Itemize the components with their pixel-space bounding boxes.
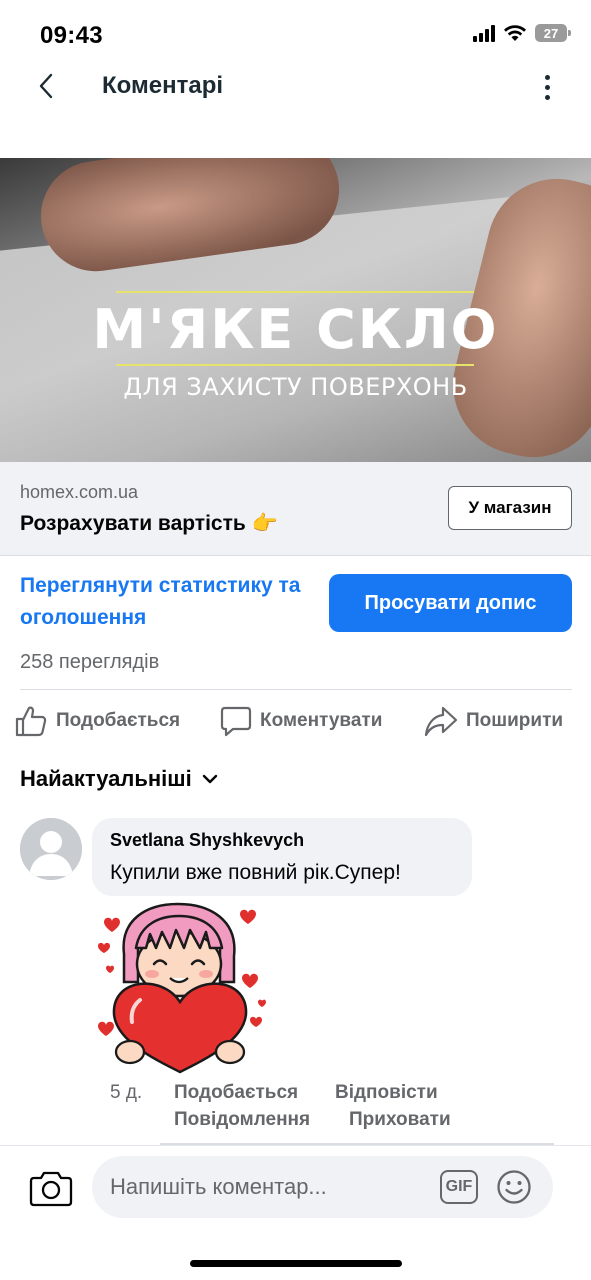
comment-message-link[interactable]: Повідомлення — [174, 1109, 310, 1131]
shop-button[interactable]: У магазин — [448, 486, 572, 530]
comment-like-link[interactable]: Подобається — [174, 1082, 298, 1104]
ad-image-rule — [116, 364, 474, 366]
chevron-left-icon — [39, 73, 53, 99]
comment-sort-dropdown[interactable]: Найактуальніші — [20, 766, 218, 792]
view-insights-link[interactable]: Переглянути статистику та оголошення — [20, 570, 320, 634]
wifi-icon — [504, 25, 526, 41]
page-title: Коментарі — [102, 72, 224, 99]
comment-input-box[interactable]: GIF — [92, 1156, 553, 1218]
like-button[interactable]: Подобається — [14, 700, 180, 742]
battery-icon: 27 — [535, 24, 571, 42]
default-avatar-icon — [20, 818, 82, 880]
comment-icon — [220, 706, 252, 737]
camera-icon — [29, 1171, 73, 1207]
back-button[interactable] — [30, 68, 62, 104]
comment-text: Купили вже повний рік.Супер! — [110, 861, 401, 884]
more-options-button[interactable] — [537, 70, 557, 104]
comment-author[interactable]: Svetlana Shyshkevych — [110, 830, 454, 851]
divider — [20, 689, 572, 690]
sort-label: Найактуальніші — [20, 766, 192, 791]
heart-girl-sticker[interactable] — [90, 902, 270, 1074]
comment-composer: GIF — [0, 1145, 591, 1240]
share-button[interactable]: Поширити — [424, 700, 563, 742]
ad-cta-strip[interactable]: homex.com.ua Розрахувати вартість 👉 У ма… — [0, 462, 591, 556]
header: Коментарі — [0, 60, 591, 112]
comment-label: Коментувати — [260, 710, 383, 731]
ad-image-title: М'ЯКЕ СКЛО — [92, 298, 499, 361]
home-indicator[interactable] — [190, 1260, 402, 1267]
comment-age: 5 д. — [110, 1082, 143, 1103]
chevron-down-icon — [202, 774, 217, 784]
comment-hide-link[interactable]: Приховати — [349, 1109, 451, 1131]
ad-domain: homex.com.ua — [20, 482, 139, 502]
emoji-icon[interactable] — [496, 1169, 532, 1205]
avatar[interactable] — [20, 818, 82, 880]
share-label: Поширити — [466, 710, 564, 731]
more-dot-icon — [544, 74, 550, 80]
ad-image-subtitle: ДЛЯ ЗАХИСТУ ПОВЕРХОНЬ — [123, 373, 468, 401]
camera-button[interactable] — [28, 1168, 74, 1208]
more-dot-icon — [544, 94, 550, 100]
status-time: 09:43 — [40, 22, 103, 49]
status-icons: 27 — [473, 24, 571, 42]
ad-image[interactable]: М'ЯКЕ СКЛО ДЛЯ ЗАХИСТУ ПОВЕРХОНЬ — [0, 158, 591, 462]
post-actions: Подобається Коментувати Поширити — [0, 700, 591, 744]
ad-image-rule — [116, 291, 474, 293]
view-count: 258 переглядів — [20, 651, 160, 673]
thumbs-up-icon — [15, 706, 47, 737]
gif-button[interactable]: GIF — [440, 1170, 478, 1204]
ad-headline: Розрахувати вартість 👉 — [20, 512, 278, 535]
comment-input[interactable] — [110, 1170, 430, 1204]
like-label: Подобається — [56, 710, 181, 731]
comment-bubble[interactable]: Svetlana Shyshkevych Купили вже повний р… — [92, 818, 472, 896]
more-dot-icon — [544, 84, 550, 90]
comment-button[interactable]: Коментувати — [220, 700, 382, 742]
signal-icon — [473, 24, 495, 42]
comment-reply-link[interactable]: Відповісти — [335, 1082, 438, 1104]
share-icon — [424, 706, 458, 737]
boost-post-button[interactable]: Просувати допис — [329, 574, 572, 632]
